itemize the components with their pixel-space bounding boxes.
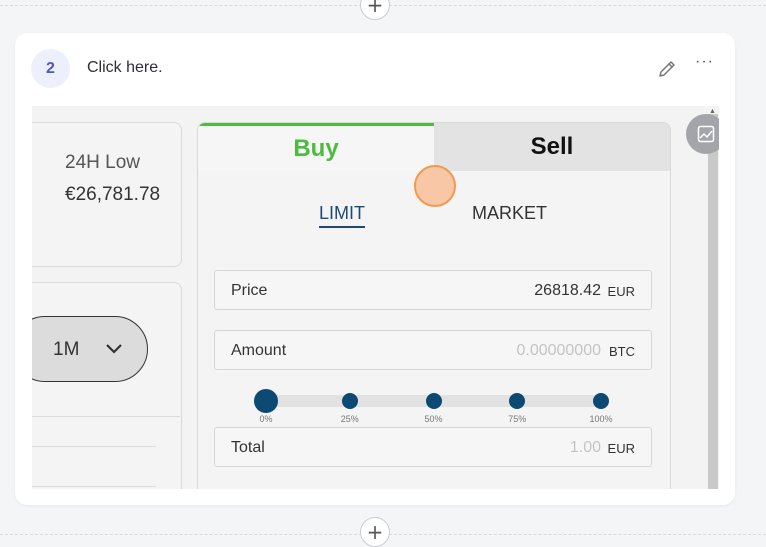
price-field[interactable]: Price 26818.42 EUR xyxy=(214,270,652,310)
total-field[interactable]: Total 1.00 EUR xyxy=(214,427,652,467)
price-unit: EUR xyxy=(607,284,635,299)
slider-handle[interactable] xyxy=(254,389,278,413)
add-step-button-bottom[interactable]: + xyxy=(360,517,390,547)
amount-unit: BTC xyxy=(609,344,635,359)
slider-tick-label: 25% xyxy=(340,414,359,424)
range-selector[interactable] xyxy=(32,316,148,382)
step-screenshot: 24H Low €26,781.78 1M Buy Sell LIMIT MAR… xyxy=(32,106,719,489)
order-type-market[interactable]: MARKET xyxy=(472,203,547,224)
slider-stop[interactable] xyxy=(341,393,358,409)
range-selector-value: 1M xyxy=(53,339,80,360)
amount-field[interactable]: Amount 0.00000000 BTC xyxy=(214,330,652,370)
slider-tick-label: 0% xyxy=(259,414,273,424)
amount-placeholder: 0.00000000 xyxy=(516,342,601,359)
slider-tick-label: 75% xyxy=(508,414,527,424)
chart-panel xyxy=(32,282,182,489)
chart-divider xyxy=(32,416,180,417)
scrollbar[interactable] xyxy=(708,114,718,489)
add-step-button-top[interactable]: + xyxy=(360,0,390,20)
pencil-icon[interactable] xyxy=(656,58,678,80)
image-icon[interactable] xyxy=(686,114,719,154)
step-number-badge: 2 xyxy=(31,49,70,88)
total-label: Total xyxy=(231,439,265,456)
chevron-down-icon xyxy=(106,344,122,354)
slider-stop[interactable] xyxy=(593,393,609,409)
step-instruction[interactable]: Click here. xyxy=(87,59,163,77)
stats-low-value: €26,781.78 xyxy=(65,184,161,205)
chart-row-divider xyxy=(32,486,156,487)
total-placeholder: 1.00 xyxy=(569,439,601,456)
order-type-limit[interactable]: LIMIT xyxy=(319,203,366,228)
amount-label: Amount xyxy=(231,342,287,359)
step-card: 2 Click here. ··· 24H Low €26,781.78 1M … xyxy=(15,33,735,505)
slider-tick-label: 100% xyxy=(589,414,613,424)
price-label: Price xyxy=(231,282,268,299)
stats-low-label: 24H Low xyxy=(65,152,140,173)
plus-icon: + xyxy=(366,520,384,544)
slider-stop[interactable] xyxy=(425,393,442,409)
chart-row-divider xyxy=(32,446,156,447)
click-target-marker xyxy=(414,165,456,207)
slider-tick-label: 50% xyxy=(424,414,443,424)
tab-buy[interactable]: Buy xyxy=(198,123,434,171)
plus-icon: + xyxy=(366,0,384,17)
price-value: 26818.42 xyxy=(534,282,601,299)
tab-sell[interactable]: Sell xyxy=(434,123,670,171)
total-unit: EUR xyxy=(607,441,635,456)
more-icon[interactable]: ··· xyxy=(695,53,714,71)
